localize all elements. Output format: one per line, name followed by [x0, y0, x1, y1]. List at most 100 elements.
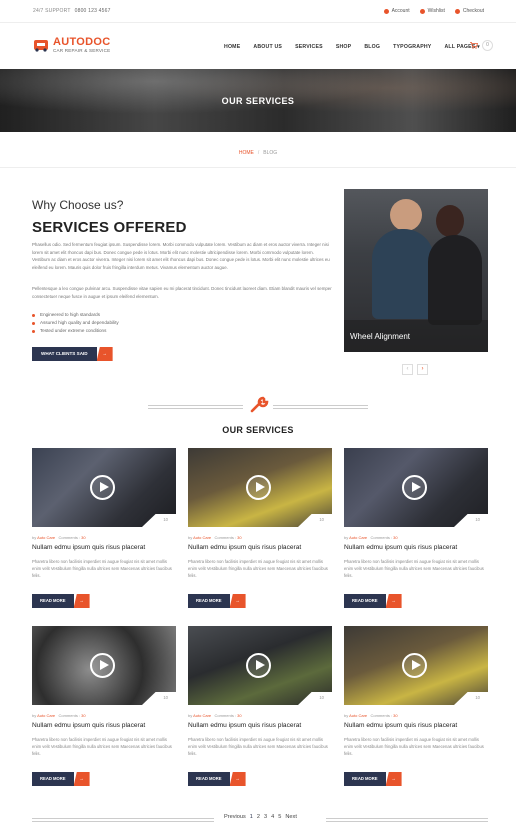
play-icon[interactable]	[246, 653, 271, 678]
play-icon[interactable]	[90, 653, 115, 678]
arrow-right-icon: →	[229, 772, 246, 786]
card-meta: by Auto Care Comments : 30	[188, 535, 242, 540]
wishlist-link[interactable]: Wishlist	[419, 8, 445, 14]
read-more-button[interactable]: READ MORE →	[32, 594, 90, 608]
card-author[interactable]: Auto Care	[193, 713, 211, 718]
card-thumbnail[interactable]: 10	[344, 448, 488, 527]
checkout-label: Checkout	[462, 8, 484, 14]
card-author[interactable]: Auto Care	[37, 713, 55, 718]
card-author[interactable]: Auto Care	[349, 535, 367, 540]
header: AUTODOC CAR REPAIR & SERVICE HOME ABOUT …	[0, 24, 516, 68]
services-title: OUR SERVICES	[222, 425, 294, 435]
card-title[interactable]: Nullam edmu ipsum quis risus placerat	[32, 722, 145, 729]
checkout-link[interactable]: Checkout	[454, 8, 484, 14]
meta-comments-label: Comments :	[58, 535, 81, 540]
feature-text: Assured high quality and dependability	[40, 320, 119, 325]
breadcrumb-current: BLOG	[263, 150, 278, 156]
card-description: Pharetra libero non facilisis imperdiet …	[344, 737, 484, 756]
feature-item: Tested under extreme conditions	[32, 327, 119, 335]
card-title[interactable]: Nullam edmu ipsum quis risus placerat	[188, 722, 301, 729]
card-thumbnail[interactable]: 10	[32, 626, 176, 705]
card-title[interactable]: Nullam edmu ipsum quis risus placerat	[32, 544, 145, 551]
breadcrumb-home[interactable]: HOME	[239, 150, 254, 156]
read-more-button[interactable]: READ MORE →	[188, 772, 246, 786]
slider-controls: ‹ ›	[402, 364, 428, 375]
slider-next-button[interactable]: ›	[417, 364, 428, 375]
card-title[interactable]: Nullam edmu ipsum quis risus placerat	[344, 722, 457, 729]
breadcrumb: HOME / BLOG	[0, 132, 516, 168]
card-title[interactable]: Nullam edmu ipsum quis risus placerat	[188, 544, 301, 551]
nav-typography[interactable]: TYPOGRAPHY	[393, 44, 431, 50]
pager-next[interactable]: Next	[285, 814, 297, 820]
button-label: READ MORE	[188, 772, 230, 786]
arrow-right-icon: →	[73, 772, 90, 786]
pager-page-5[interactable]: 5	[278, 814, 281, 820]
meta-comments-label: Comments :	[214, 535, 237, 540]
bullet-icon	[32, 313, 35, 317]
bullet-icon	[32, 329, 35, 333]
divider-line	[273, 405, 368, 406]
button-label: READ MORE	[32, 772, 74, 786]
card-title[interactable]: Nullam edmu ipsum quis risus placerat	[344, 544, 457, 551]
checkout-icon	[454, 8, 460, 14]
feature-text: Engineered to high standards	[40, 312, 101, 317]
heart-icon	[419, 8, 425, 14]
nav-shop[interactable]: SHOP	[336, 44, 352, 50]
nav-about[interactable]: ABOUT US	[253, 44, 282, 50]
pager-line	[326, 818, 488, 819]
play-icon[interactable]	[246, 475, 271, 500]
play-icon[interactable]	[402, 475, 427, 500]
user-icon	[383, 8, 389, 14]
arrow-right-icon: →	[229, 594, 246, 608]
play-icon[interactable]	[90, 475, 115, 500]
pager-previous[interactable]: Previous	[224, 814, 246, 820]
pager-page-4[interactable]: 4	[271, 814, 274, 820]
cart[interactable]: 0	[470, 40, 493, 51]
divider-line	[148, 408, 243, 409]
account-link[interactable]: Account	[383, 8, 410, 14]
pager-page-1[interactable]: 1	[250, 814, 253, 820]
meta-comments-label: Comments :	[58, 713, 81, 718]
logo-tagline: CAR REPAIR & SERVICE	[53, 48, 111, 53]
comment-flag	[298, 514, 332, 527]
card-author[interactable]: Auto Care	[193, 535, 211, 540]
play-icon[interactable]	[402, 653, 427, 678]
read-more-button[interactable]: READ MORE →	[344, 594, 402, 608]
divider-line	[148, 405, 243, 406]
what-clients-said-button[interactable]: WHAT CLIENTS SAID →	[32, 347, 113, 361]
support-phone[interactable]: 0800 123 4567	[75, 8, 111, 14]
card-author[interactable]: Auto Care	[349, 713, 367, 718]
nav-home[interactable]: HOME	[224, 44, 240, 50]
site-logo[interactable]: AUTODOC CAR REPAIR & SERVICE	[33, 36, 111, 53]
about-paragraph-2: Pellentesque a leo congue pulvinar arcu.…	[32, 286, 332, 299]
pager-page-3[interactable]: 3	[264, 814, 267, 820]
pagination: Previous 1 2 3 4 5 Next	[32, 814, 488, 824]
mechanic-uniform	[372, 229, 434, 319]
bullet-icon	[32, 321, 35, 325]
account-label: Account	[391, 8, 410, 14]
card-thumbnail[interactable]: 10	[32, 448, 176, 527]
read-more-button[interactable]: READ MORE →	[344, 772, 402, 786]
meta-comments-label: Comments :	[370, 535, 393, 540]
section-heading: SERVICES OFFERED	[32, 219, 187, 236]
meta-by: by	[32, 713, 37, 718]
card-author[interactable]: Auto Care	[37, 535, 55, 540]
slider-prev-button[interactable]: ‹	[402, 364, 413, 375]
nav-services[interactable]: SERVICES	[295, 44, 323, 50]
nav-blog[interactable]: BLOG	[364, 44, 380, 50]
cart-icon	[470, 42, 478, 49]
meta-by: by	[344, 713, 349, 718]
comment-count: 10	[475, 695, 480, 700]
card-thumbnail[interactable]: 10	[344, 626, 488, 705]
read-more-button[interactable]: READ MORE →	[188, 594, 246, 608]
card-thumbnail[interactable]: 10	[188, 448, 332, 527]
wrench-icon	[250, 396, 269, 413]
arrow-right-icon: →	[385, 772, 402, 786]
feature-image[interactable]: Wheel Alignment	[344, 189, 488, 352]
card-thumbnail[interactable]: 10	[188, 626, 332, 705]
read-more-button[interactable]: READ MORE →	[32, 772, 90, 786]
arrow-right-icon: →	[96, 347, 113, 361]
card-description: Pharetra libero non facilisis imperdiet …	[188, 559, 328, 578]
pager-page-2[interactable]: 2	[257, 814, 260, 820]
meta-comments: 30	[81, 713, 86, 718]
